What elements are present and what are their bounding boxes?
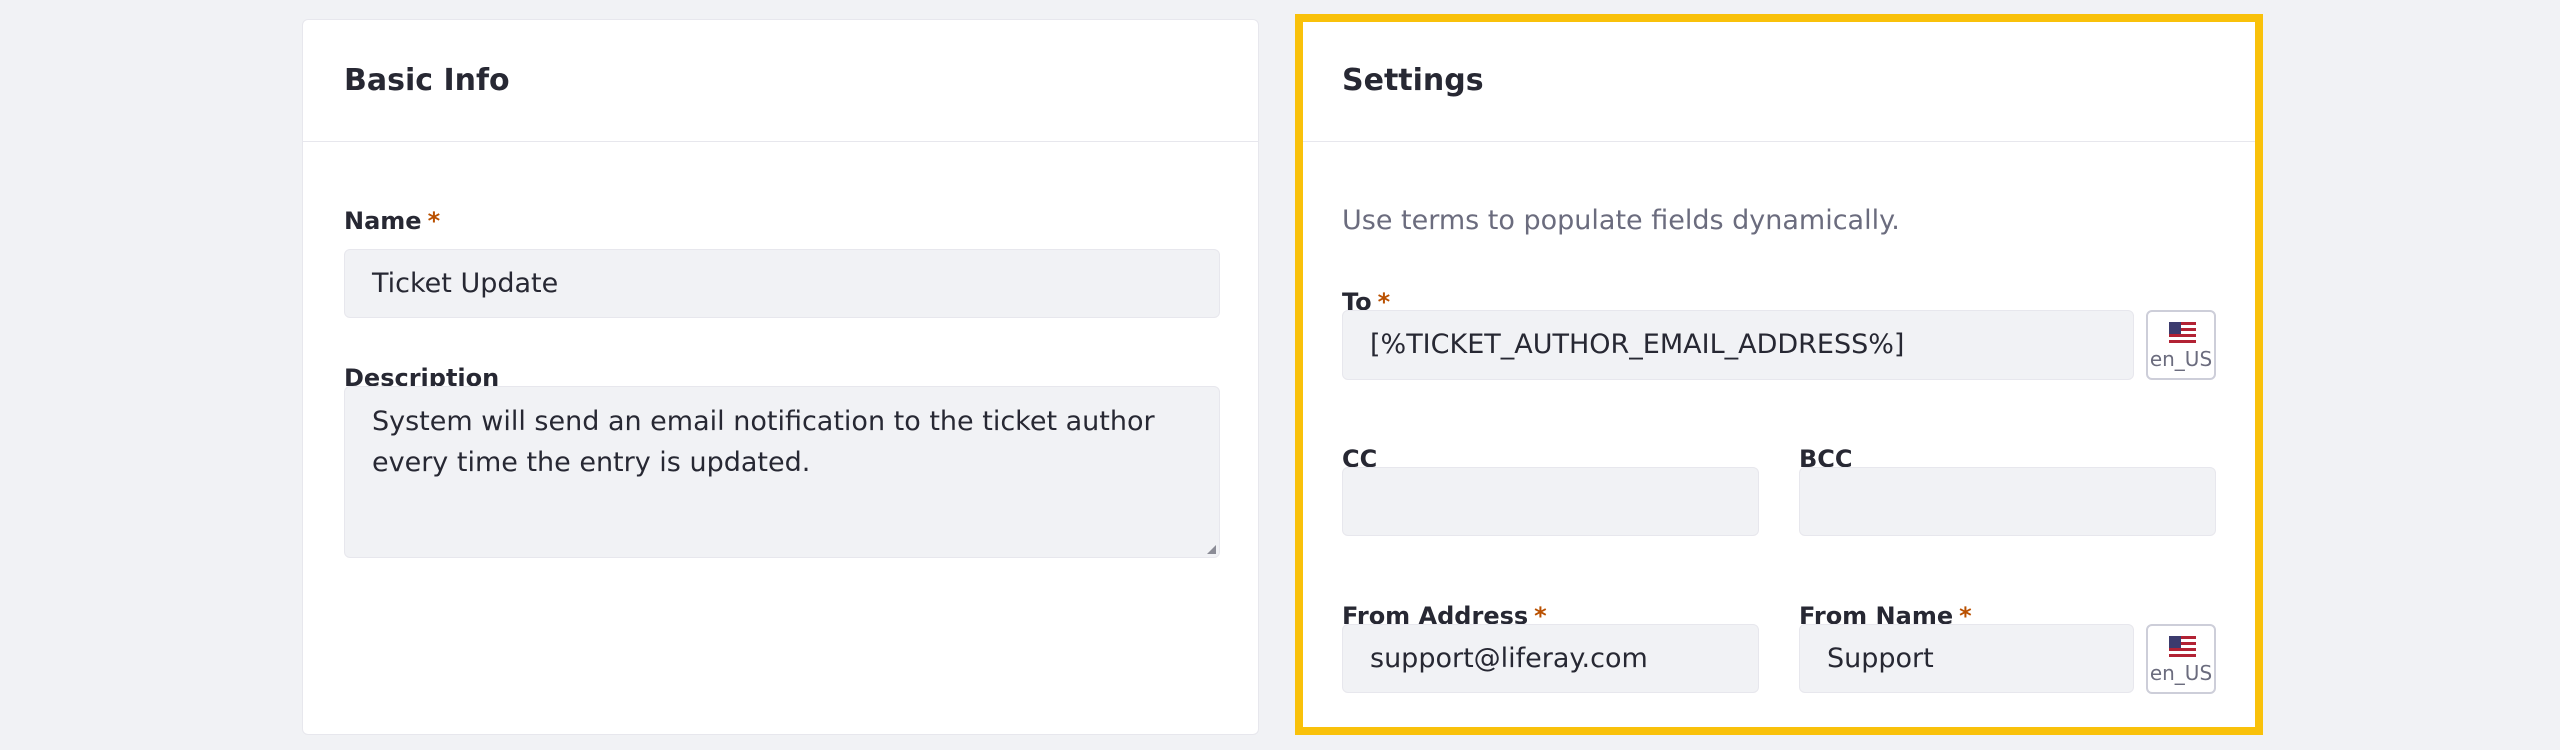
settings-help-text: Use terms to populate fields dynamically… bbox=[1342, 205, 1900, 236]
to-input-value: [%TICKET_AUTHOR_EMAIL_ADDRESS%] bbox=[1370, 329, 1905, 360]
settings-card: Settings Use terms to populate fields dy… bbox=[1300, 19, 2257, 730]
to-input[interactable]: [%TICKET_AUTHOR_EMAIL_ADDRESS%] bbox=[1342, 310, 2134, 380]
us-flag-icon bbox=[2169, 322, 2196, 343]
from-name-locale-button[interactable]: en_US bbox=[2146, 624, 2216, 694]
description-textarea[interactable]: System will send an email notification t… bbox=[344, 386, 1220, 558]
basic-info-header: Basic Info bbox=[303, 20, 1258, 142]
name-input-value: Ticket Update bbox=[372, 267, 559, 299]
to-locale-button[interactable]: en_US bbox=[2146, 310, 2216, 380]
name-label-text: Name bbox=[344, 207, 422, 235]
basic-info-title: Basic Info bbox=[344, 63, 510, 98]
basic-info-card: Basic Info Name * Ticket Update Descripti… bbox=[302, 19, 1259, 735]
name-label: Name * bbox=[344, 205, 440, 237]
bcc-input[interactable] bbox=[1799, 467, 2216, 536]
settings-header: Settings bbox=[1301, 20, 2256, 142]
settings-title: Settings bbox=[1342, 63, 1484, 98]
to-locale-code: en_US bbox=[2149, 347, 2213, 371]
us-flag-canton bbox=[2169, 636, 2181, 648]
us-flag-icon bbox=[2169, 636, 2196, 657]
us-flag-canton bbox=[2169, 322, 2181, 334]
cc-input[interactable] bbox=[1342, 467, 1759, 536]
from-name-input[interactable]: Support bbox=[1799, 624, 2134, 693]
from-address-input[interactable]: support@liferay.com bbox=[1342, 624, 1759, 693]
name-required-marker: * bbox=[427, 207, 441, 235]
description-textarea-value: System will send an email notification t… bbox=[372, 406, 1155, 478]
from-name-input-value: Support bbox=[1827, 642, 1934, 674]
name-input[interactable]: Ticket Update bbox=[344, 249, 1220, 318]
resize-handle-icon[interactable] bbox=[1207, 545, 1216, 554]
from-name-locale-code: en_US bbox=[2149, 661, 2213, 685]
from-address-input-value: support@liferay.com bbox=[1370, 642, 1648, 674]
